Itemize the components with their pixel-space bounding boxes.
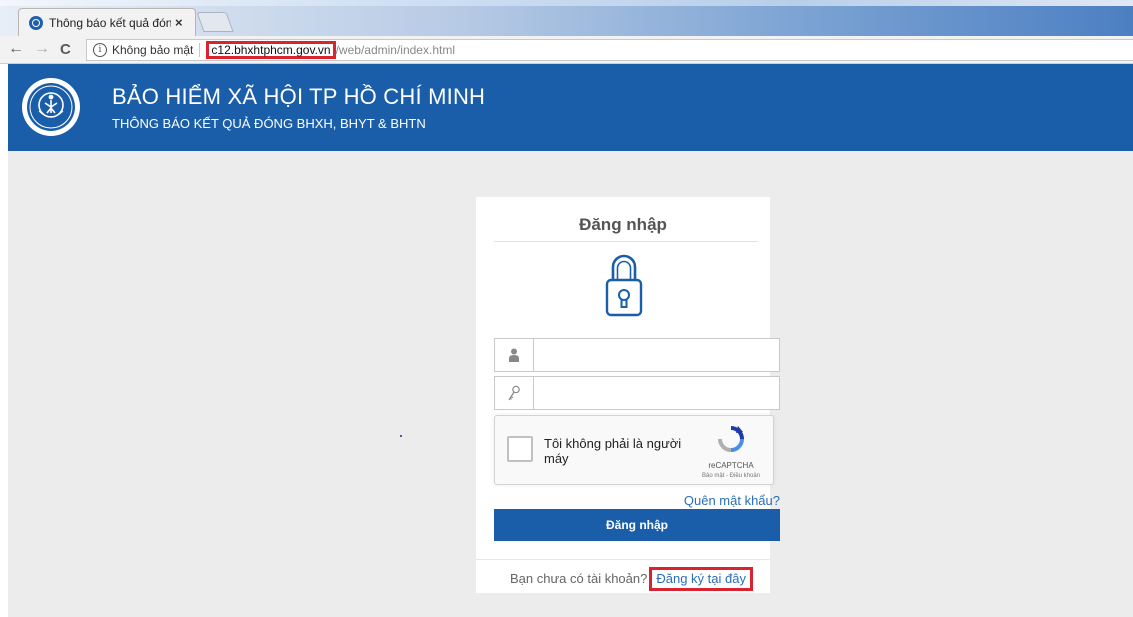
tab-close-button[interactable]: × bbox=[175, 15, 183, 30]
favicon-icon bbox=[29, 15, 43, 30]
stray-dot bbox=[400, 435, 402, 437]
reload-button[interactable]: C bbox=[60, 41, 71, 58]
site-subtitle: THÔNG BÁO KẾT QUẢ ĐÓNG BHXH, BHYT & BHTN bbox=[112, 116, 426, 131]
lock-icon bbox=[604, 247, 644, 324]
register-row: Bạn chưa có tài khoản? Đăng ký tại đây bbox=[510, 567, 753, 591]
address-separator bbox=[199, 43, 201, 57]
address-path: /web/admin/index.html bbox=[335, 43, 455, 57]
tab-title: Thông báo kết quả đóng bbox=[49, 15, 171, 30]
logo-emblem bbox=[22, 78, 80, 136]
register-link[interactable]: Đăng ký tại đây bbox=[649, 567, 753, 591]
login-button[interactable]: Đăng nhập bbox=[494, 509, 780, 541]
password-input[interactable] bbox=[534, 377, 779, 409]
username-row bbox=[494, 338, 780, 372]
login-card: Đăng nhập Tôi không phải là người máy re… bbox=[476, 197, 780, 593]
bottom-divider bbox=[476, 559, 770, 560]
username-input[interactable] bbox=[534, 339, 779, 371]
tab-bar: Thông báo kết quả đóng × bbox=[0, 6, 1133, 36]
address-domain: c12.bhxhtphcm.gov.vn bbox=[206, 41, 336, 59]
recaptcha-widget: Tôi không phải là người máy reCAPTCHA Bả… bbox=[494, 415, 774, 485]
recaptcha-logo: reCAPTCHA Bảo mật - Điều khoản bbox=[701, 424, 761, 479]
back-button[interactable]: ← bbox=[8, 40, 24, 58]
recaptcha-label: Tôi không phải là người máy bbox=[544, 436, 682, 466]
new-tab-button[interactable] bbox=[196, 12, 234, 32]
recaptcha-icon bbox=[718, 426, 744, 452]
recaptcha-terms[interactable]: Bảo mật - Điều khoản bbox=[701, 473, 761, 479]
title-divider bbox=[494, 241, 758, 242]
login-title: Đăng nhập bbox=[579, 215, 667, 234]
forgot-password-link[interactable]: Quên mật khẩu? bbox=[684, 493, 780, 508]
site-header: BẢO HIỂM XÃ HỘI TP HỒ CHÍ MINH THÔNG BÁO… bbox=[8, 64, 1133, 151]
key-icon bbox=[495, 377, 534, 409]
info-icon[interactable]: i bbox=[93, 43, 107, 57]
register-prompt: Bạn chưa có tài khoản? bbox=[510, 571, 648, 586]
security-label[interactable]: Không bảo mật bbox=[112, 43, 193, 57]
recaptcha-checkbox[interactable] bbox=[507, 436, 533, 462]
forward-button[interactable]: → bbox=[34, 40, 50, 58]
address-bar[interactable]: i Không bảo mật c12.bhxhtphcm.gov.vn /we… bbox=[86, 39, 1133, 61]
browser-tab[interactable]: Thông báo kết quả đóng × bbox=[18, 8, 196, 36]
user-icon bbox=[495, 339, 534, 371]
browser-toolbar: ← → C i Không bảo mật c12.bhxhtphcm.gov.… bbox=[0, 36, 1133, 64]
password-row bbox=[494, 376, 780, 410]
recaptcha-brand: reCAPTCHA bbox=[708, 461, 754, 470]
site-title: BẢO HIỂM XÃ HỘI TP HỒ CHÍ MINH bbox=[112, 84, 486, 109]
